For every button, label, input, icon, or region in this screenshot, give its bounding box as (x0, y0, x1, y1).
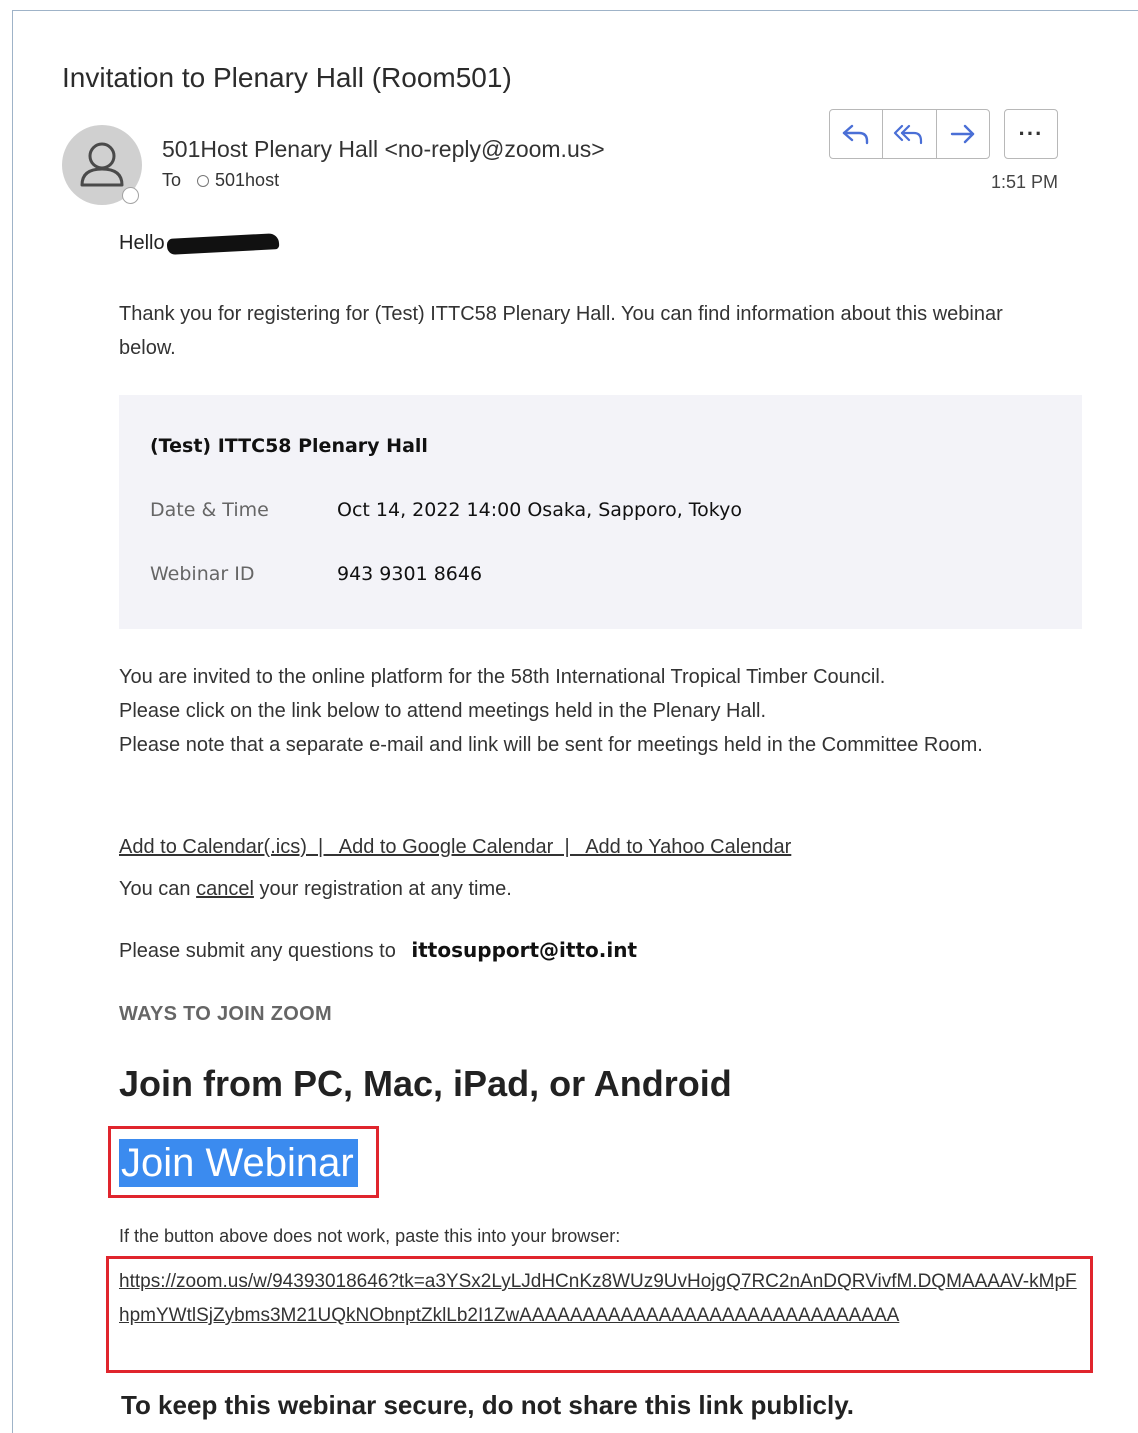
to-label: To (162, 170, 182, 190)
recipient-status-icon (197, 174, 210, 187)
redacted-name (166, 232, 279, 255)
cancel-suffix: your registration at any time. (253, 878, 512, 900)
window-border-top (12, 10, 1138, 11)
reply-button[interactable] (830, 110, 882, 158)
presence-status-icon (122, 187, 139, 204)
greeting: Hello (119, 232, 279, 255)
cancel-registration-line: You can cancel your registration at any … (119, 878, 512, 901)
questions-prefix: Please submit any questions to (119, 940, 396, 962)
security-notice: To keep this webinar secure, do not shar… (121, 1390, 854, 1420)
questions-line: Please submit any questions to ittosuppo… (119, 938, 637, 963)
invite-line: Please click on the link below to attend… (119, 700, 767, 722)
reply-icon (842, 124, 869, 145)
reply-all-button[interactable] (882, 110, 935, 158)
webinar-id-value: 943 9301 8646 (337, 563, 483, 585)
webinar-id-label: Webinar ID (150, 563, 255, 585)
received-time: 1:51 PM (990, 172, 1058, 192)
more-icon: ··· (1018, 121, 1044, 146)
more-actions-button[interactable]: ··· (1004, 109, 1058, 159)
email-subject: Invitation to Plenary Hall (Room501) (62, 62, 512, 93)
message-action-group (829, 109, 990, 159)
window-border-left (12, 10, 13, 1433)
sender-name[interactable]: 501Host Plenary Hall <no-reply@zoom.us> (162, 136, 605, 163)
paste-instructions: If the button above does not work, paste… (119, 1226, 621, 1246)
cancel-link[interactable]: cancel (196, 878, 254, 900)
recipient-name[interactable]: 501host (215, 170, 279, 191)
join-url-link[interactable]: https://zoom.us/w/94393018646?tk=a3YSx2L… (119, 1265, 1084, 1333)
join-platforms-heading: Join from PC, Mac, iPad, or Android (119, 1063, 732, 1104)
cancel-prefix: You can (119, 878, 197, 900)
date-time-label: Date & Time (150, 499, 269, 521)
invite-paragraph: You are invited to the online platform f… (119, 660, 1079, 762)
date-time-value: Oct 14, 2022 14:00 Osaka, Sapporo, Tokyo (337, 499, 742, 521)
invite-line: You are invited to the online platform f… (119, 666, 886, 688)
webinar-title: (Test) ITTC58 Plenary Hall (150, 435, 428, 457)
add-to-calendar-links[interactable]: Add to Calendar(.ics) | Add to Google Ca… (119, 836, 791, 859)
invite-line: Please note that a separate e-mail and l… (119, 734, 983, 756)
reply-all-icon (894, 124, 923, 145)
ways-to-join-heading: WAYS TO JOIN ZOOM (119, 1003, 332, 1025)
join-webinar-button[interactable]: Join Webinar (119, 1139, 358, 1187)
recipient-row: To 501host (162, 170, 279, 191)
forward-icon (950, 124, 975, 144)
forward-button[interactable] (935, 110, 989, 158)
greeting-text: Hello (119, 232, 165, 254)
support-email[interactable]: ittosupport@itto.int (411, 938, 637, 962)
thanks-paragraph: Thank you for registering for (Test) ITT… (119, 303, 1003, 359)
